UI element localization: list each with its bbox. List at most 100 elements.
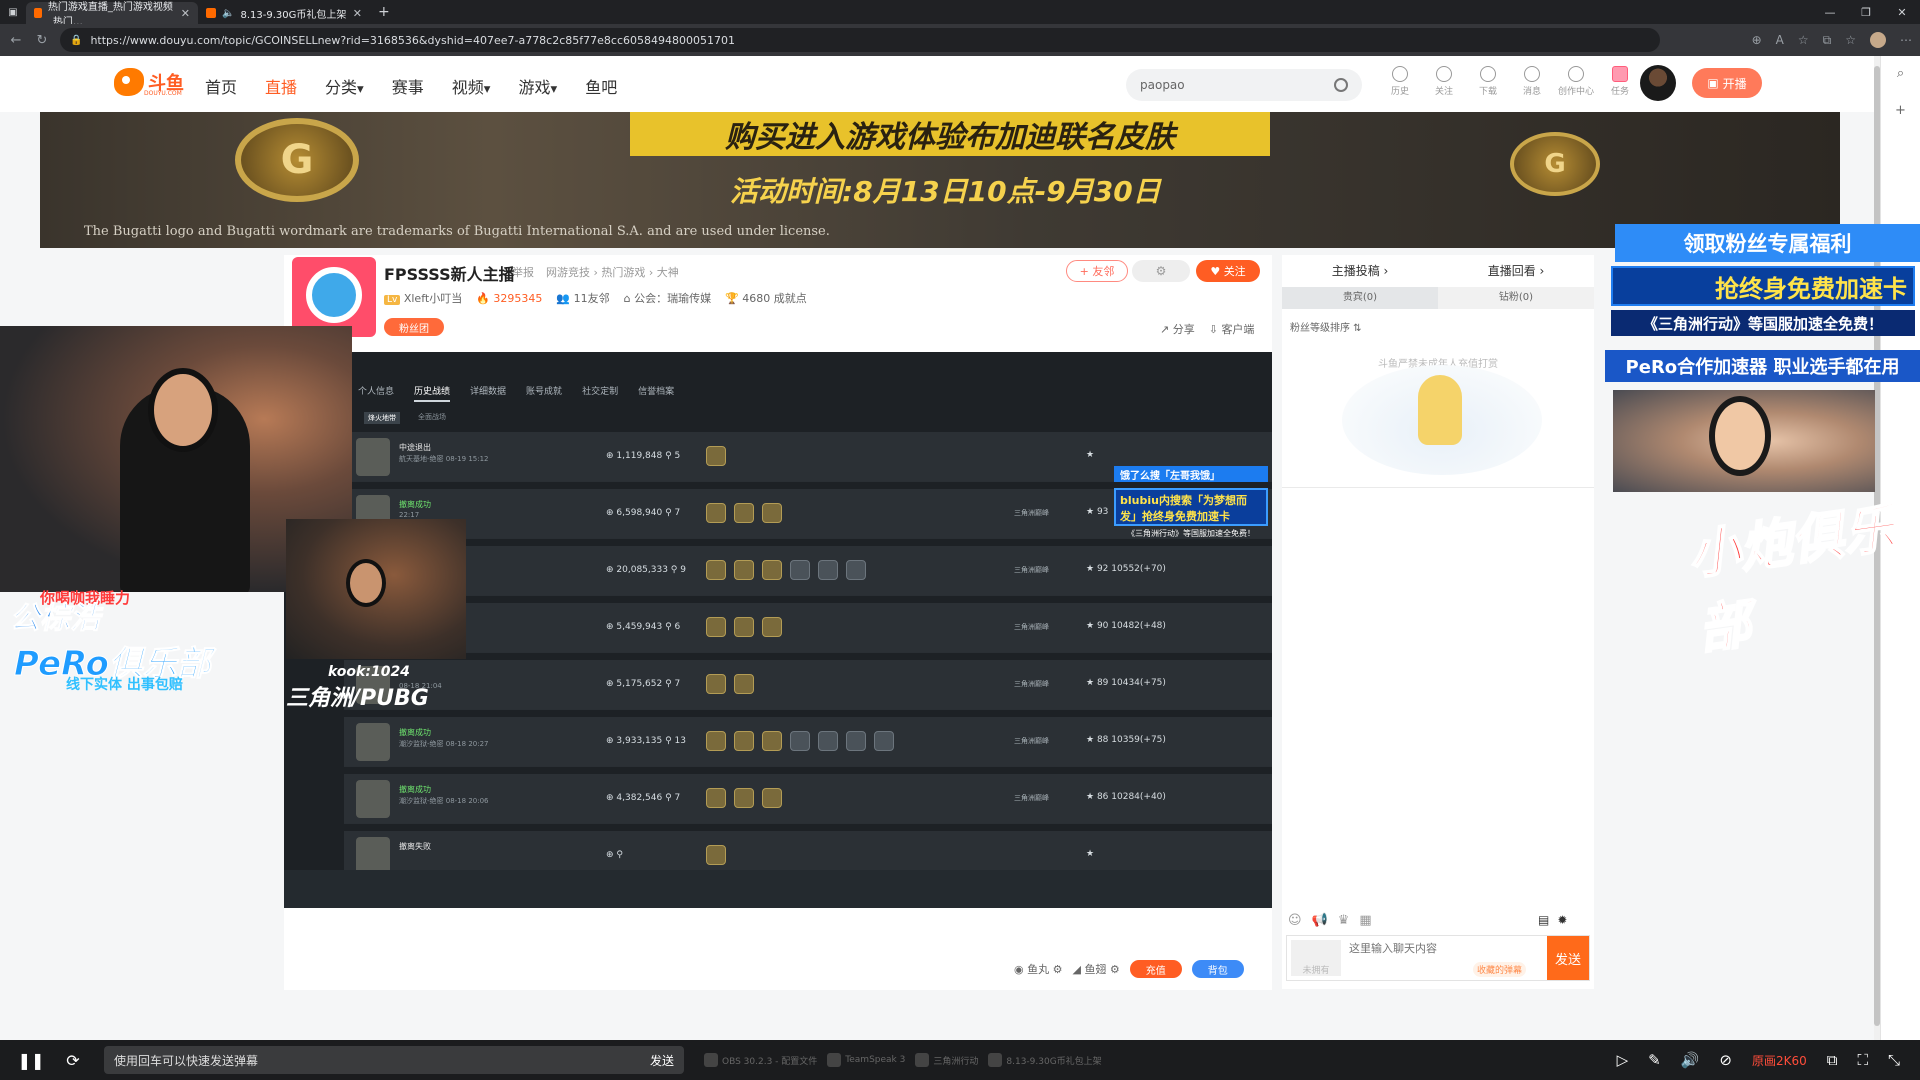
restore-icon[interactable]: ❐ <box>1848 6 1884 19</box>
danmu-toggle-icon[interactable]: ⊘ <box>1719 1051 1732 1069</box>
back-icon[interactable]: ← <box>8 33 24 48</box>
taskbar-app[interactable]: TeamSpeak 3 <box>827 1053 905 1067</box>
room-settings-button[interactable]: ⚙ <box>1132 260 1190 282</box>
volume-icon[interactable]: 🔊 <box>1681 1051 1700 1069</box>
taskbar-app[interactable]: 三角洲行动 <box>915 1053 978 1067</box>
search-input[interactable] <box>1140 78 1320 92</box>
tab-vip[interactable]: 贵宾(0) <box>1282 287 1438 309</box>
megaphone-icon[interactable]: 📢 <box>1312 913 1328 928</box>
refresh-icon[interactable]: ⟳ <box>56 1051 90 1070</box>
start-broadcast-button[interactable]: ▣ 开播 <box>1692 68 1762 98</box>
send-button[interactable]: 发送 <box>1547 936 1589 980</box>
collected-danmu-button[interactable]: 收藏的弹幕 <box>1473 962 1527 977</box>
history-button[interactable]: 历史 <box>1385 66 1415 97</box>
report-link[interactable]: 举报 <box>512 264 534 280</box>
match-value: ⊕ 5,175,652 ⚲ 7 <box>606 679 681 689</box>
crown-icon[interactable]: ♛ <box>1338 913 1350 928</box>
user-avatar[interactable] <box>1640 65 1676 101</box>
not-owned-badge[interactable]: 未拥有 <box>1291 940 1341 976</box>
tab-replay[interactable]: 直播回看 › <box>1488 262 1545 279</box>
guild-info[interactable]: ⌂ 公会：瑞瑜传媒 <box>624 290 711 306</box>
follow-button[interactable]: 关注 <box>1429 66 1459 97</box>
read-aloud-icon[interactable]: A <box>1776 33 1784 47</box>
tab-contribute[interactable]: 主播投稿 › <box>1332 262 1389 279</box>
creator-center-button[interactable]: 创作中心 <box>1558 66 1594 97</box>
pause-icon[interactable]: ❚❚ <box>14 1051 48 1070</box>
fish-fin-label: 鱼翅 <box>1084 963 1107 976</box>
quality-selector[interactable]: 原画2K60 <box>1752 1052 1807 1069</box>
tab-diamond-fans[interactable]: 钻粉(0) <box>1438 287 1594 309</box>
collections-icon[interactable]: ☆ <box>1845 33 1856 47</box>
streamer-avatar[interactable] <box>292 257 376 337</box>
share-button[interactable]: ↗ 分享 <box>1160 321 1195 337</box>
download-button[interactable]: 下载 <box>1473 66 1503 97</box>
video-control-bar[interactable] <box>284 870 1272 908</box>
room-category[interactable]: 网游竞技 › 热门游戏 › 大神 <box>546 264 679 280</box>
tab-close-icon[interactable]: ✕ <box>181 7 190 20</box>
danmu-input[interactable]: 使用回车可以快速发送弹幕 发送 <box>104 1046 684 1074</box>
extensions-icon[interactable]: ⧉ <box>1823 33 1832 48</box>
search-icon[interactable] <box>1334 78 1348 92</box>
promo-free-accel[interactable]: 《三角洲行动》等国服加速全免费！ <box>1611 310 1915 336</box>
task-button[interactable]: 任务 <box>1605 66 1635 97</box>
overlay-kook: kook:1024 <box>328 664 410 680</box>
client-button[interactable]: ⇩ 客户端 <box>1209 321 1255 337</box>
browser-tab[interactable]: 热门游戏直播_热门游戏视频_热门… ✕ <box>26 2 198 28</box>
fire-icon[interactable]: ✹ <box>1557 913 1567 927</box>
danmu-send-button[interactable]: 发送 <box>650 1052 674 1069</box>
nav-home[interactable]: 首页 <box>205 74 237 98</box>
taskbar-app[interactable]: OBS 30.2.3 - 配置文件 <box>704 1053 817 1067</box>
fullscreen-icon[interactable]: ⛶ <box>1857 1051 1868 1069</box>
pip-icon[interactable]: ⧉ <box>1827 1051 1838 1069</box>
expand-icon[interactable]: ⤡ <box>1888 1051 1900 1069</box>
new-tab-button[interactable]: + <box>370 4 398 20</box>
nav-events[interactable]: 赛事 <box>392 74 424 98</box>
taskbar-app[interactable]: 8.13-9.30G币礼包上架 <box>988 1053 1102 1067</box>
event-banner[interactable]: G G 购买进入游戏体验布加迪联名皮肤 活动时间:8月13日10点-9月30日 … <box>40 112 1840 248</box>
video-mode-icon[interactable]: ▷ <box>1617 1051 1629 1069</box>
profile-avatar[interactable] <box>1870 32 1886 48</box>
favorite-star-icon[interactable]: ☆ <box>1798 33 1809 47</box>
close-window-icon[interactable]: ✕ <box>1884 6 1920 19</box>
sidebar-search-icon[interactable]: ⌕ <box>1897 66 1904 81</box>
url-field[interactable]: 🔒 https://www.douyu.com/topic/GCOINSELLn… <box>60 28 1660 52</box>
zoom-icon[interactable]: ⊕ <box>1752 33 1762 47</box>
taskbar-app-label: OBS 30.2.3 - 配置文件 <box>722 1056 818 1067</box>
charge-button[interactable]: 充值 <box>1129 960 1182 978</box>
match-result: 撤离失败 <box>399 842 431 851</box>
fan-club-button[interactable]: 粉丝团 <box>384 318 444 336</box>
message-button[interactable]: 消息 <box>1517 66 1547 97</box>
nav-fishbar[interactable]: 鱼吧 <box>585 74 617 98</box>
friends-value: 11友邻 <box>573 292 610 305</box>
backpack-button[interactable]: 背包 <box>1191 960 1244 978</box>
minimize-icon[interactable]: — <box>1812 6 1848 19</box>
browser-tab-bar: ▣ 热门游戏直播_热门游戏视频_热门… ✕ 🔈 8.13-9.30G币礼包上架 … <box>0 0 1920 28</box>
add-friend-button[interactable]: + 友邻 <box>1066 260 1128 282</box>
chat-input[interactable] <box>1349 942 1499 955</box>
match-kills: 13 <box>674 736 686 746</box>
reload-icon[interactable]: ↻ <box>34 33 50 48</box>
fan-benefit-banner[interactable]: 领取粉丝专属福利 <box>1615 224 1920 262</box>
nav-category[interactable]: 分类▾ <box>325 74 364 98</box>
fan-sort-toggle[interactable]: 粉丝等级排序 ⇅ <box>1290 319 1362 334</box>
browser-tab[interactable]: 🔈 8.13-9.30G币礼包上架 ✕ <box>198 2 370 24</box>
promo-speedcard[interactable]: 抢终身免费加速卡 <box>1611 266 1915 306</box>
more-icon[interactable]: ⋯ <box>1900 33 1912 47</box>
streamer-name[interactable]: Lv Xleft小叮当 <box>384 290 462 306</box>
nav-games[interactable]: 游戏▾ <box>518 74 557 98</box>
match-score-text: 10434(+75) <box>1111 678 1166 688</box>
emoji-icon[interactable]: ☺ <box>1288 913 1302 928</box>
window-menu-icon[interactable]: ▣ <box>0 0 26 24</box>
tab-close-icon[interactable]: ✕ <box>353 7 362 20</box>
game-tab: 社交定制 <box>582 387 619 397</box>
danmu-style-icon[interactable]: ▤ <box>1538 913 1549 927</box>
nav-live[interactable]: 直播 <box>265 74 297 98</box>
nav-video[interactable]: 视频▾ <box>452 74 491 98</box>
promo-pero-accel[interactable]: PeRo合作加速器 职业选手都在用 <box>1605 350 1920 382</box>
image-icon[interactable]: ▦ <box>1359 913 1371 928</box>
search-box <box>1126 69 1362 101</box>
edit-icon[interactable]: ✎ <box>1648 1051 1661 1069</box>
douyu-logo[interactable]: 斗鱼 DOUYU.COM <box>114 68 184 97</box>
sidebar-add-icon[interactable]: + <box>1895 103 1906 118</box>
follow-button[interactable]: ♥ 关注 <box>1196 260 1260 282</box>
